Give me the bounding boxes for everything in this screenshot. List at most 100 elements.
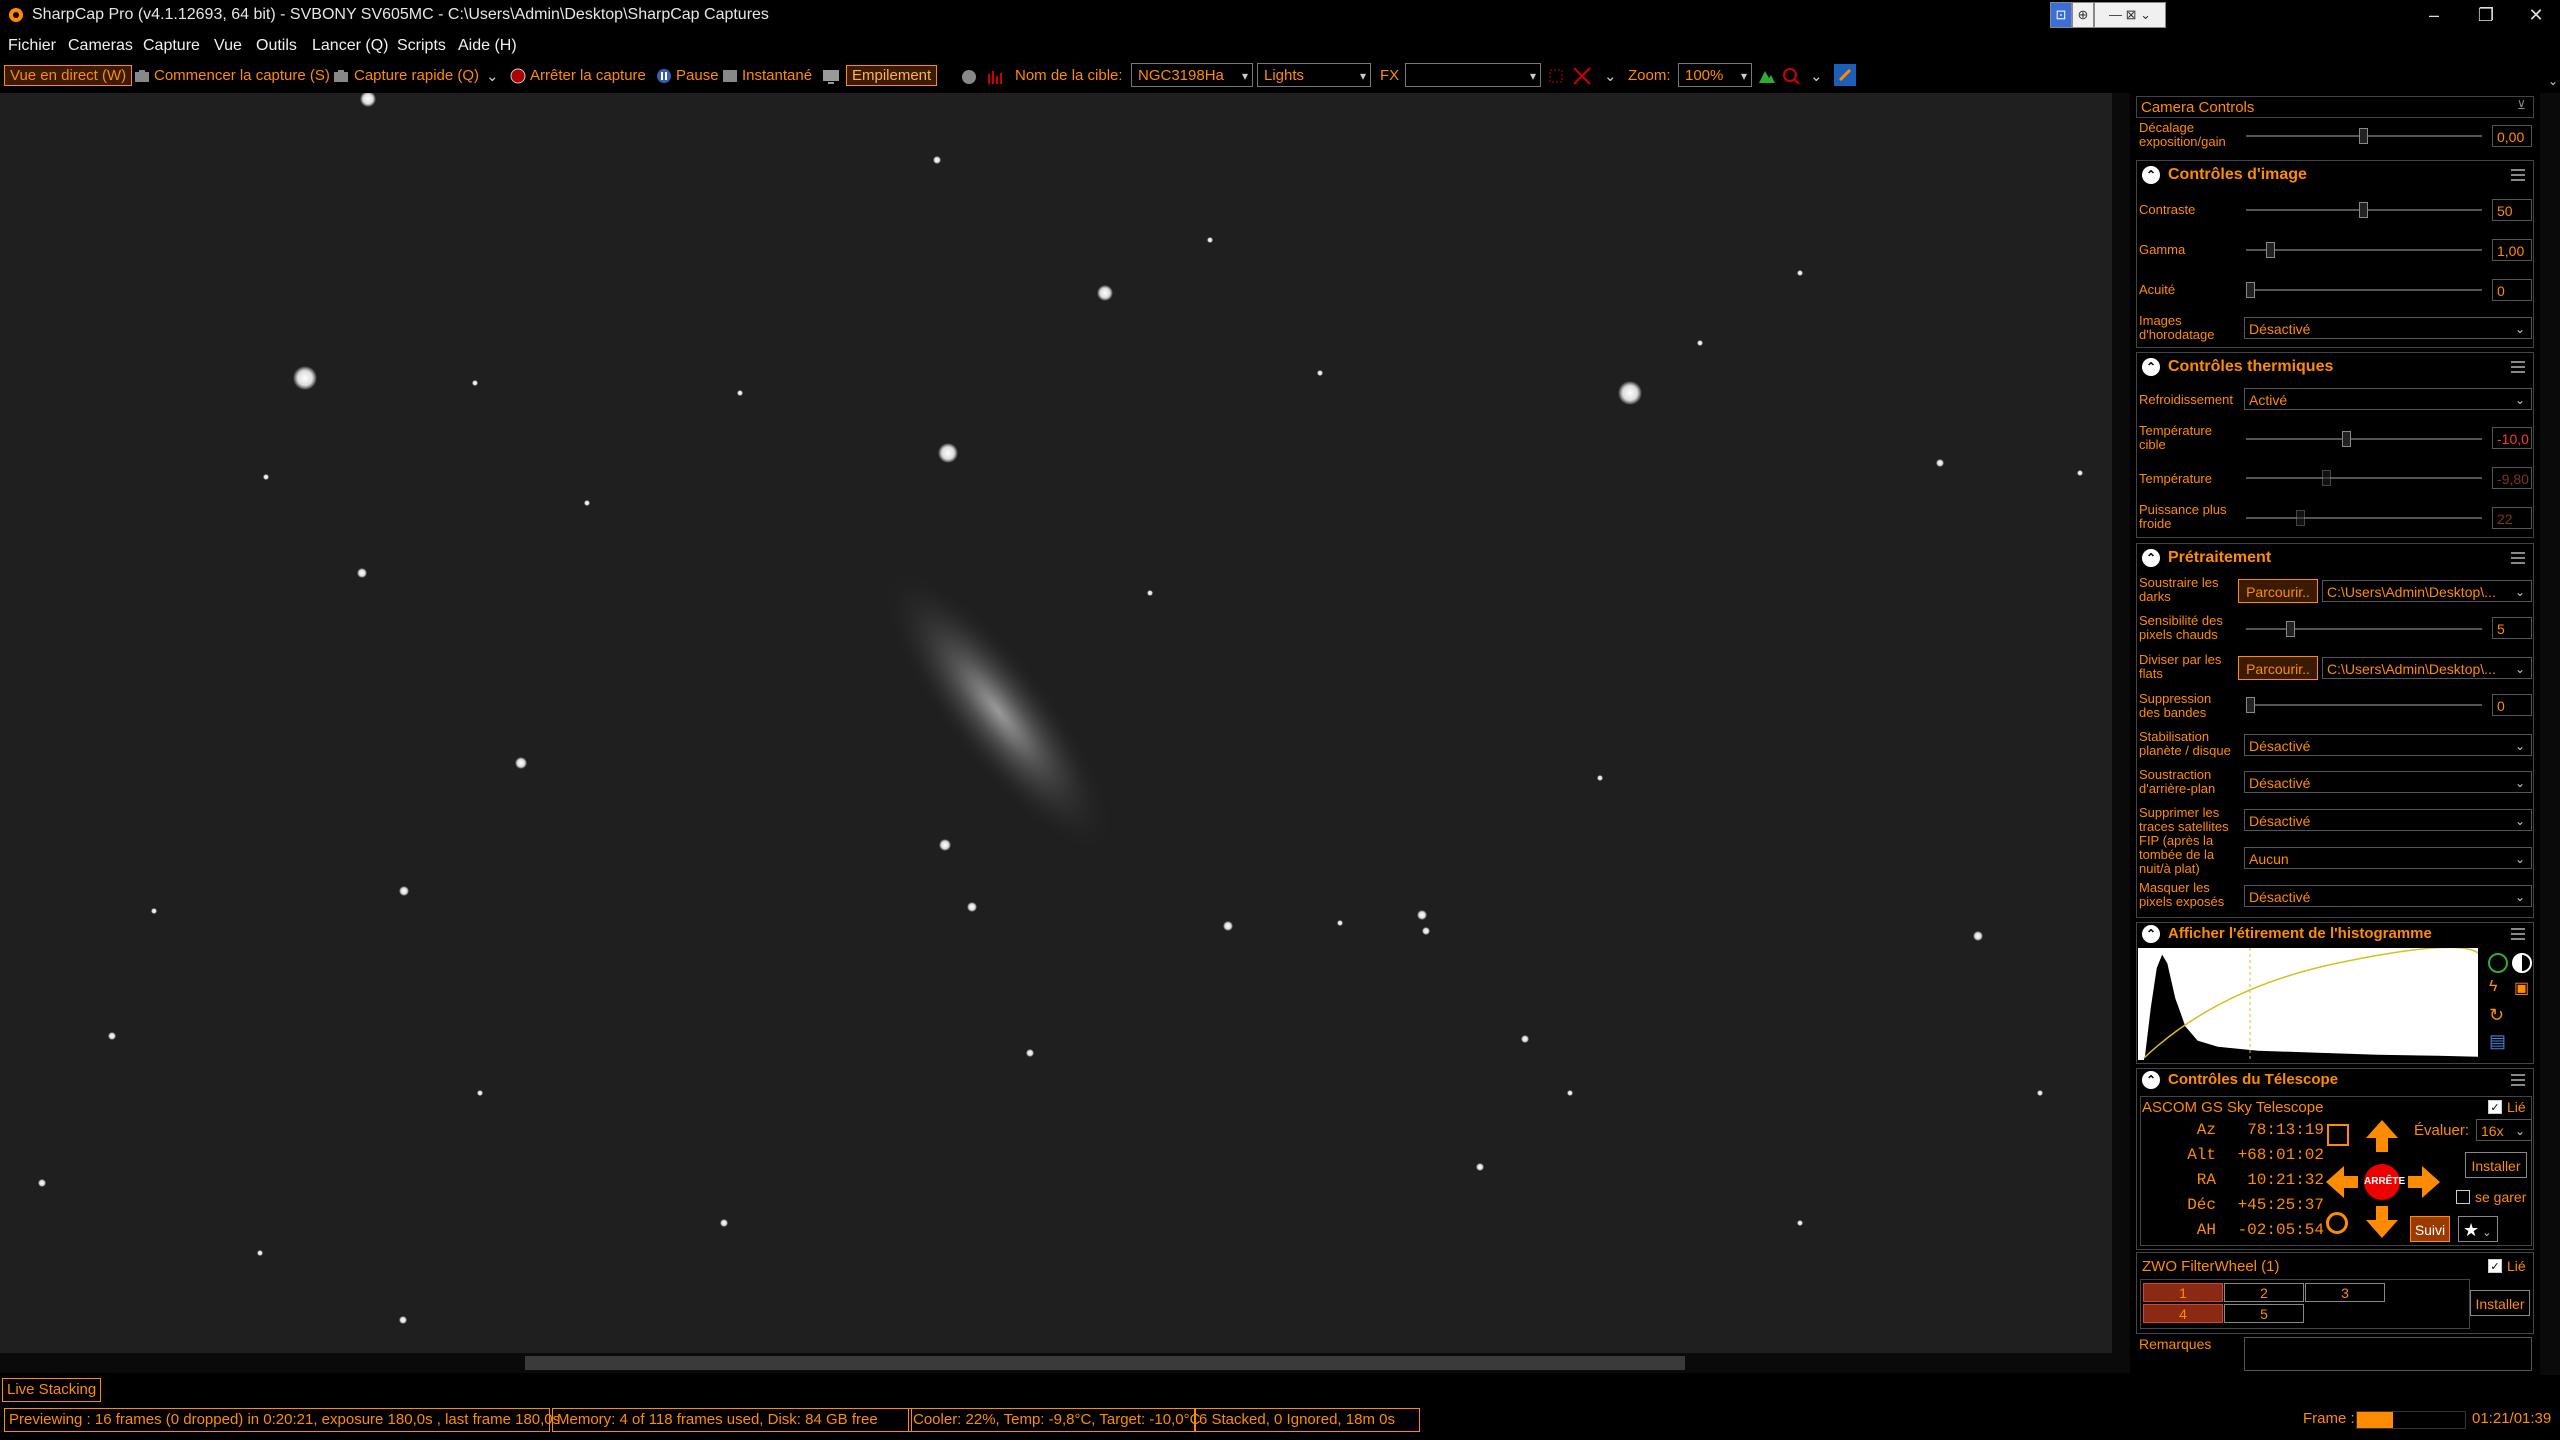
contrast-slider[interactable] xyxy=(2246,202,2482,218)
rate-select[interactable]: 16x ⌄ xyxy=(2476,1119,2532,1141)
menu-outils[interactable]: Outils xyxy=(256,37,297,55)
arrow-down-icon[interactable] xyxy=(2364,1204,2400,1240)
crosshair-icon[interactable] xyxy=(1572,66,1592,86)
arrow-right-icon[interactable] xyxy=(2406,1164,2442,1200)
badge-icon[interactable]: ⊡ xyxy=(2050,2,2072,28)
minimize-button[interactable]: – xyxy=(2406,0,2462,30)
arrow-left-icon[interactable] xyxy=(2324,1164,2360,1200)
contrast-toggle-icon[interactable] xyxy=(2512,953,2532,973)
lock-icon[interactable]: ▣ xyxy=(2514,978,2529,998)
telescope-linked-checkbox[interactable]: ✓ xyxy=(2488,1100,2502,1114)
section-menu-icon[interactable] xyxy=(2511,928,2525,940)
contrast-value[interactable]: 50 xyxy=(2492,199,2532,221)
histogram-plot[interactable] xyxy=(2138,948,2484,1060)
image-scroll-thumb[interactable] xyxy=(525,1356,1685,1370)
collapse-histogram-icon[interactable]: ⌃ xyxy=(2142,925,2160,943)
filter-slot-5[interactable]: 5 xyxy=(2224,1304,2304,1323)
quick-capture-dropdown-icon[interactable]: ⌄ xyxy=(486,67,499,85)
notes-field[interactable] xyxy=(2244,1337,2532,1371)
reset-icon[interactable]: ↻ xyxy=(2489,1005,2504,1026)
crosshair-dropdown-icon[interactable]: ⌄ xyxy=(1604,67,1617,85)
flats-browse-button[interactable]: Parcourir.. xyxy=(2238,656,2318,680)
gamma-value[interactable]: 1,00 xyxy=(2492,239,2532,261)
moon-icon[interactable] xyxy=(960,68,978,86)
goto-icon[interactable] xyxy=(2327,1124,2349,1146)
stabilization-select[interactable]: Désactivé ⌄ xyxy=(2244,734,2532,756)
pause-button[interactable]: Pause xyxy=(676,67,719,84)
start-capture-button[interactable]: Commencer la capture (S) xyxy=(154,67,330,84)
mountain-icon[interactable] xyxy=(1758,68,1776,84)
menu-capture[interactable]: Capture xyxy=(143,37,200,55)
sharpness-slider[interactable] xyxy=(2246,282,2482,298)
hot-pixel-slider[interactable] xyxy=(2246,621,2482,637)
stop-button[interactable]: ARRÊTE xyxy=(2364,1164,2405,1200)
lightning-icon[interactable]: ϟ xyxy=(2489,978,2497,996)
filter-slot-1[interactable]: 1 xyxy=(2143,1283,2223,1302)
menu-lancer[interactable]: Lancer (Q) xyxy=(312,37,388,55)
fx-select[interactable]: ▾ xyxy=(1405,63,1541,87)
pin-icon[interactable] xyxy=(1834,64,1856,86)
image-vertical-scrollbar[interactable] xyxy=(2112,93,2130,1373)
collapse-preprocessing-icon[interactable]: ⌃ xyxy=(2142,549,2160,567)
frame-type-select[interactable]: Lights ▾ xyxy=(1257,63,1371,87)
offset-slider[interactable] xyxy=(2246,128,2482,144)
collapse-thermal-icon[interactable]: ⌃ xyxy=(2142,358,2160,376)
mask-hot-select[interactable]: Désactivé ⌄ xyxy=(2244,885,2532,907)
gamma-slider[interactable] xyxy=(2246,242,2482,258)
arrow-up-icon[interactable] xyxy=(2364,1118,2400,1154)
menu-fichier[interactable]: Fichier xyxy=(8,37,56,55)
filterwheel-linked-checkbox[interactable]: ✓ xyxy=(2488,1259,2502,1273)
window-mini-controls[interactable]: — ⊠ ⌄ xyxy=(2094,2,2166,28)
filter-slot-3[interactable]: 3 xyxy=(2305,1283,2385,1302)
save-icon[interactable]: ▤ xyxy=(2489,1031,2506,1052)
satellites-select[interactable]: Désactivé ⌄ xyxy=(2244,809,2532,831)
target-temp-slider[interactable] xyxy=(2246,431,2482,447)
offset-value[interactable]: 0,00 xyxy=(2492,125,2532,147)
background-select[interactable]: Désactivé ⌄ xyxy=(2244,771,2532,793)
auto-stretch-icon[interactable] xyxy=(2488,953,2508,973)
target-temp-value[interactable]: -10,0 xyxy=(2492,427,2532,449)
sharpness-value[interactable]: 0 xyxy=(2492,279,2532,301)
target-name-field[interactable]: NGC3198Ha ▾ xyxy=(1131,63,1253,87)
section-menu-icon[interactable] xyxy=(2511,361,2525,373)
filter-slot-4[interactable]: 4 xyxy=(2143,1304,2223,1323)
monitor-icon[interactable] xyxy=(822,68,840,86)
home-icon[interactable] xyxy=(2326,1212,2348,1234)
darks-path-select[interactable]: C:\Users\Admin\Desktop\... ⌄ xyxy=(2322,580,2532,602)
globe-icon[interactable]: ⊕ xyxy=(2072,2,2094,28)
maximize-button[interactable]: ❐ xyxy=(2458,0,2514,30)
select-area-icon[interactable] xyxy=(1548,68,1564,84)
park-checkbox[interactable] xyxy=(2456,1190,2470,1204)
panel-scrollbar[interactable] xyxy=(2540,93,2560,1375)
flats-path-select[interactable]: C:\Users\Admin\Desktop\... ⌄ xyxy=(2322,657,2532,679)
live-view-button[interactable]: Vue en direct (W) xyxy=(4,65,133,86)
fip-select[interactable]: Aucun ⌄ xyxy=(2244,847,2532,869)
pin-panel-icon[interactable]: ⊻ xyxy=(2517,98,2526,112)
banding-value[interactable]: 0 xyxy=(2492,694,2532,716)
section-menu-icon[interactable] xyxy=(2511,1074,2525,1086)
snapshot-button[interactable]: Instantané xyxy=(742,67,812,84)
target-search-icon[interactable] xyxy=(1782,67,1800,85)
cooling-select[interactable]: Activé ⌄ xyxy=(2244,388,2532,410)
live-stacking-tab[interactable]: Live Stacking xyxy=(2,1378,102,1402)
menu-cameras[interactable]: Cameras xyxy=(68,37,133,55)
histogram-red-icon[interactable] xyxy=(986,68,1006,86)
star-align-button[interactable]: ★ ⌄ xyxy=(2458,1216,2498,1242)
section-menu-icon[interactable] xyxy=(2511,169,2525,181)
stop-capture-button[interactable]: Arrêter la capture xyxy=(530,67,646,84)
search-dropdown-icon[interactable]: ⌄ xyxy=(1810,67,1823,85)
stacking-button[interactable]: Empilement xyxy=(846,65,938,86)
zoom-select[interactable]: 100% ▾ xyxy=(1678,63,1752,87)
hot-pixel-value[interactable]: 5 xyxy=(2492,617,2532,639)
filter-slot-2[interactable]: 2 xyxy=(2224,1283,2304,1302)
banding-slider[interactable] xyxy=(2246,697,2482,713)
quick-capture-button[interactable]: Capture rapide (Q) xyxy=(354,67,479,84)
section-menu-icon[interactable] xyxy=(2511,552,2525,564)
menu-scripts[interactable]: Scripts xyxy=(397,37,446,55)
image-viewport[interactable] xyxy=(0,93,2112,1353)
toolbar-overflow-icon[interactable]: ⌄ xyxy=(2548,74,2558,88)
tracking-button[interactable]: Suivi xyxy=(2410,1216,2450,1242)
collapse-image-controls-icon[interactable]: ⌃ xyxy=(2142,166,2160,184)
collapse-telescope-icon[interactable]: ⌃ xyxy=(2142,1071,2160,1089)
close-button[interactable]: ✕ xyxy=(2508,0,2560,30)
